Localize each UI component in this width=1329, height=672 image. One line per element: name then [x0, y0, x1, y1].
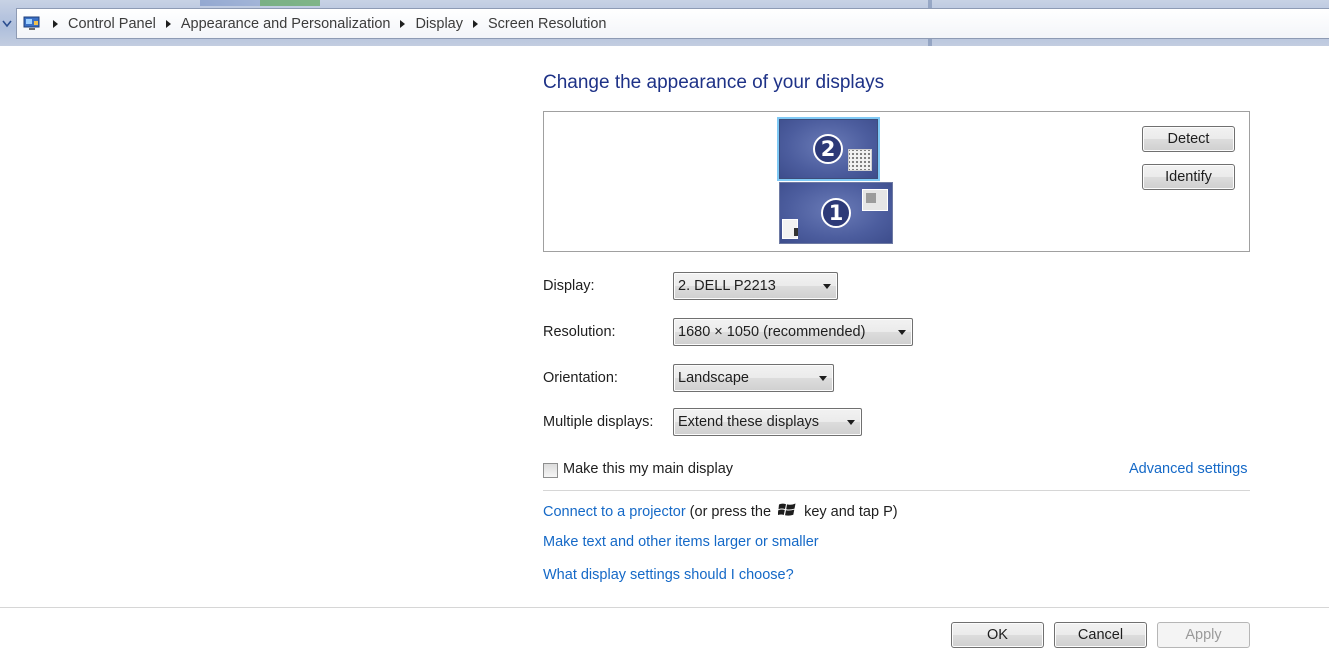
monitor-number-badge: 1 [821, 198, 851, 228]
breadcrumb-item[interactable]: Appearance and Personalization [156, 16, 391, 32]
breadcrumb-arrow-icon[interactable] [473, 19, 478, 28]
projector-hint-text: (or press the [689, 504, 772, 520]
detect-button[interactable]: Detect [1142, 126, 1235, 152]
mini-document-icon [782, 219, 798, 239]
main-display-checkbox-label[interactable]: Make this my main display [563, 461, 733, 477]
multiple-displays-select[interactable]: Extend these displays [673, 408, 862, 436]
dropdown-caret-icon [847, 420, 855, 425]
breadcrumb-item[interactable]: Display [390, 16, 463, 32]
resolution-label: Resolution: [543, 324, 616, 340]
background-decoration [260, 0, 320, 6]
page-title: Change the appearance of your displays [543, 72, 885, 93]
breadcrumb-item[interactable]: Screen Resolution [463, 16, 607, 32]
screen-resolution-window: Control Panel Appearance and Personaliza… [0, 0, 1329, 672]
breadcrumb-arrow-icon[interactable] [165, 19, 171, 28]
display-select-value: 2. DELL P2213 [678, 278, 776, 294]
dropdown-caret-icon [898, 330, 906, 335]
breadcrumb-display[interactable]: Display [415, 16, 463, 32]
monitor-2[interactable]: 2 [777, 117, 880, 181]
orientation-select[interactable]: Landscape [673, 364, 834, 392]
mini-window-icon [848, 149, 872, 171]
dropdown-caret-icon [819, 376, 827, 381]
breadcrumb-arrow-icon[interactable] [53, 19, 58, 28]
display-select[interactable]: 2. DELL P2213 [673, 272, 838, 300]
multiple-displays-label: Multiple displays: [543, 414, 654, 430]
identify-button[interactable]: Identify [1142, 164, 1235, 190]
footer-divider [0, 607, 1329, 608]
monitor-number-badge: 2 [813, 134, 843, 164]
windows-key-icon [778, 503, 796, 516]
chevron-down-icon[interactable] [2, 20, 12, 28]
breadcrumb-control-panel[interactable]: Control Panel [68, 16, 156, 32]
monitor-1[interactable]: 1 [779, 182, 893, 244]
display-arrangement-preview[interactable]: 2 1 Detect Identify [543, 111, 1250, 252]
breadcrumb-screen-resolution[interactable]: Screen Resolution [488, 16, 607, 32]
orientation-select-value: Landscape [678, 370, 749, 386]
advanced-settings-link[interactable]: Advanced settings [1129, 461, 1248, 477]
display-label: Display: [543, 278, 595, 294]
connect-projector-link[interactable]: Connect to a projector [543, 504, 686, 520]
multiple-displays-select-value: Extend these displays [678, 414, 820, 430]
projector-line: Connect to a projector (or press the key… [543, 503, 898, 521]
dropdown-caret-icon [823, 284, 831, 289]
projector-hint-text-end: key and tap P) [804, 504, 898, 520]
main-display-checkbox[interactable] [543, 463, 558, 478]
apply-button[interactable]: Apply [1157, 622, 1250, 648]
divider [543, 490, 1250, 491]
orientation-label: Orientation: [543, 370, 618, 386]
mini-window-icon [862, 189, 888, 211]
control-panel-icon [23, 16, 40, 30]
text-size-link[interactable]: Make text and other items larger or smal… [543, 534, 819, 550]
cancel-button[interactable]: Cancel [1054, 622, 1147, 648]
ok-button[interactable]: OK [951, 622, 1044, 648]
resolution-select-value: 1680 × 1050 (recommended) [678, 324, 866, 340]
breadcrumb-item[interactable]: Control Panel [41, 16, 156, 32]
display-help-link[interactable]: What display settings should I choose? [543, 567, 794, 583]
breadcrumb[interactable]: Control Panel Appearance and Personaliza… [16, 8, 1329, 39]
breadcrumb-appearance[interactable]: Appearance and Personalization [181, 16, 391, 32]
resolution-select[interactable]: 1680 × 1050 (recommended) [673, 318, 913, 346]
breadcrumb-arrow-icon[interactable] [400, 19, 406, 28]
